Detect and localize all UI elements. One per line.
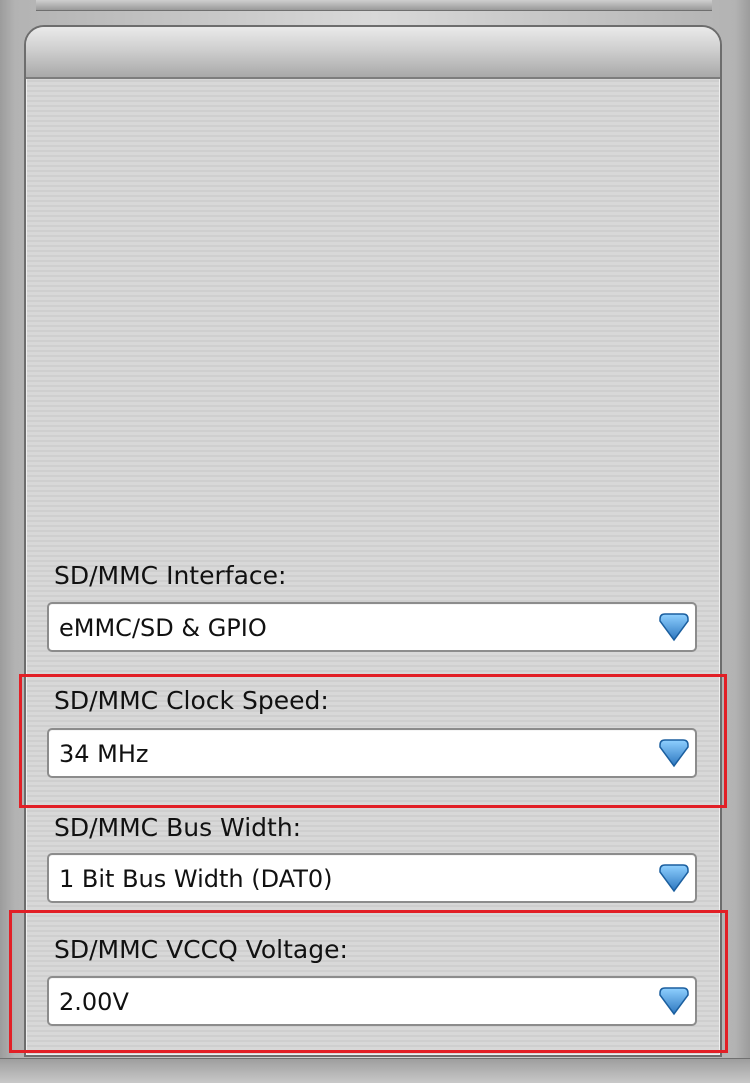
- sd-mmc-bus-width-value: 1 Bit Bus Width (DAT0): [59, 865, 333, 893]
- panel-header: [26, 27, 720, 79]
- sd-mmc-interface-label: SD/MMC Interface:: [54, 561, 287, 590]
- vccq-voltage-highlight-box: [9, 910, 728, 1053]
- sd-mmc-interface-value: eMMC/SD & GPIO: [59, 614, 267, 642]
- window-bottom-edge: [0, 1058, 750, 1083]
- sd-mmc-bus-width-label: SD/MMC Bus Width:: [54, 813, 302, 842]
- chevron-down-icon[interactable]: [656, 862, 692, 896]
- sd-mmc-interface-dropdown[interactable]: eMMC/SD & GPIO: [47, 602, 697, 652]
- chevron-down-icon[interactable]: [656, 611, 692, 645]
- clock-speed-highlight-box: [19, 674, 727, 808]
- window-top-edge: [36, 0, 712, 11]
- sd-mmc-bus-width-dropdown[interactable]: 1 Bit Bus Width (DAT0): [47, 853, 697, 903]
